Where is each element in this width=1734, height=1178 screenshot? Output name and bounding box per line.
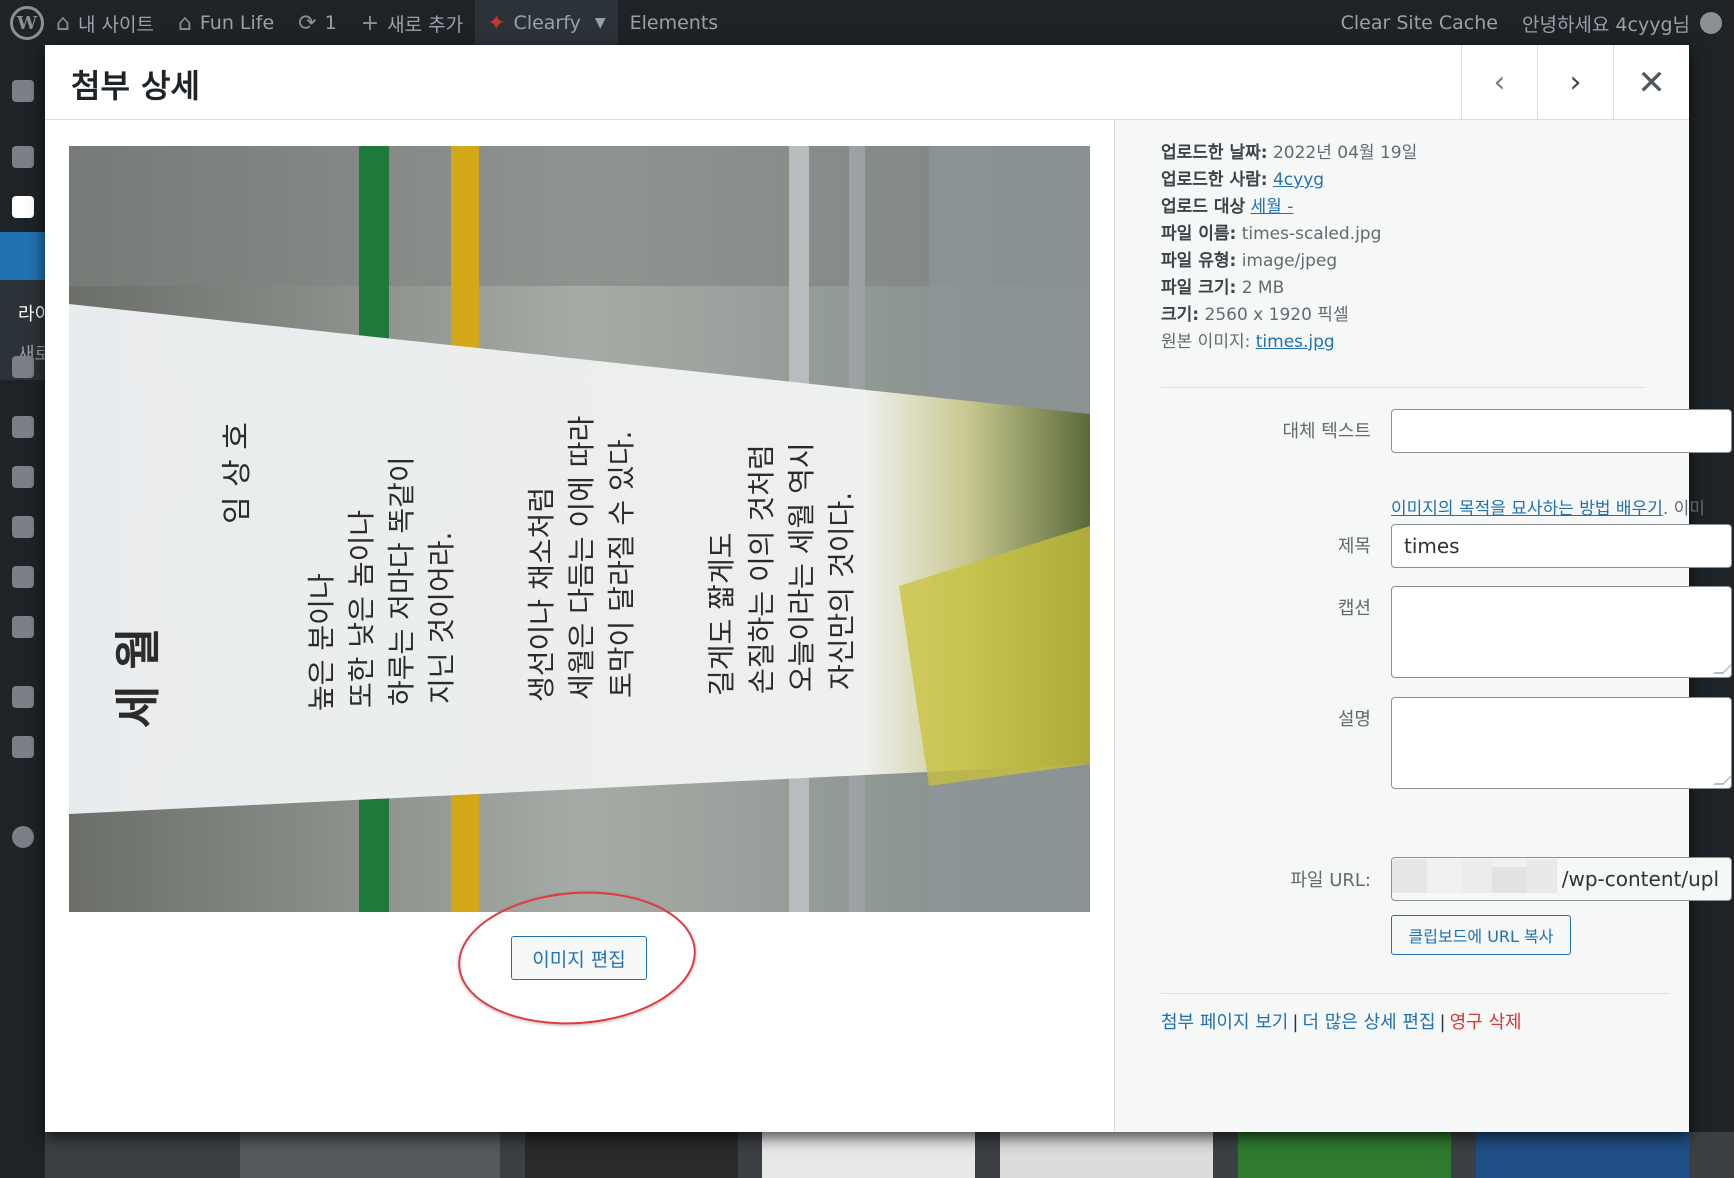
close-icon: ✕	[1637, 62, 1666, 103]
media-thumbnail[interactable]	[1000, 1132, 1213, 1178]
new-content-menu[interactable]: + 새로 추가	[349, 0, 475, 46]
resize-handle-icon[interactable]	[1713, 775, 1731, 785]
caret-down-icon: ▼	[594, 15, 606, 31]
wordpress-logo-icon[interactable]: W	[10, 6, 44, 40]
admin-bar: W ⌂ 내 사이트 ⌂ Fun Life ⟳ 1 + 새로 추가 ✦ Clearfy ▼ E…	[0, 0, 1734, 46]
file-url-label: 파일 URL:	[1290, 870, 1371, 891]
close-button[interactable]: ✕	[1613, 45, 1689, 120]
file-details: 업로드한 날짜: 2022년 04월 19일 업로드한 사람: 4cyyg 업로…	[1161, 140, 1417, 356]
divider	[1161, 387, 1645, 388]
attachment-image: 세 월 임 상 호 높은 분이나 또한 낮은 놈이나 하루는 저마다 똑같이 지…	[69, 146, 1090, 912]
banner-line: 자신만의 것이다.	[825, 492, 858, 690]
alt-text-input[interactable]	[1391, 409, 1732, 453]
previous-button[interactable]: ‹	[1461, 45, 1537, 120]
redacted-url-blur	[1392, 859, 1557, 893]
seo-icon[interactable]	[12, 736, 34, 758]
file-size-row: 파일 크기: 2 MB	[1161, 278, 1285, 298]
clear-cache-button[interactable]: Clear Site Cache	[1329, 0, 1510, 46]
resize-handle-icon[interactable]	[1713, 664, 1731, 674]
clearfy-logo-icon: ✦	[487, 10, 506, 36]
banner-line: 생선이나 채소처럼	[525, 487, 558, 702]
title-input[interactable]: times	[1391, 524, 1732, 568]
divider	[1161, 993, 1669, 994]
edit-more-details-link[interactable]: 더 많은 상세 편집	[1302, 1012, 1435, 1033]
banner-photo: 세 월 임 상 호 높은 분이나 또한 낮은 놈이나 하루는 저마다 똑같이 지…	[69, 146, 1090, 912]
banner-line: 세월은 다듬는 이에 따라	[565, 416, 598, 700]
banner-line: 또한 낮은 놈이나	[345, 510, 378, 708]
plus-icon: +	[360, 10, 380, 36]
description-textarea[interactable]	[1391, 697, 1732, 789]
media-thumbnail[interactable]	[1476, 1132, 1689, 1178]
delete-permanently-link[interactable]: 영구 삭제	[1450, 1012, 1522, 1033]
refresh-icon: ⟳	[298, 10, 317, 36]
uploaded-to-link[interactable]: 세월 -	[1251, 197, 1294, 217]
modal-title: 첨부 상세	[71, 67, 200, 105]
media-thumbnail[interactable]	[762, 1132, 975, 1178]
view-attachment-link[interactable]: 첨부 페이지 보기	[1161, 1012, 1288, 1033]
chevron-left-icon: ‹	[1493, 65, 1506, 100]
plugins-icon[interactable]	[12, 466, 34, 488]
yoast-icon[interactable]	[12, 686, 34, 708]
sites-icon: ⌂	[56, 10, 70, 36]
my-sites-menu[interactable]: ⌂ 내 사이트	[44, 0, 166, 46]
alt-text-help-link[interactable]: 이미지의 목적을 묘사하는 방법 배우기	[1391, 499, 1663, 519]
media-icon[interactable]	[12, 196, 34, 218]
attachment-info-panel: 업로드한 날짜: 2022년 04월 19일 업로드한 사람: 4cyyg 업로…	[1114, 120, 1732, 1132]
clearfy-menu[interactable]: ✦ Clearfy ▼	[475, 0, 618, 46]
banner-line: 오늘이라는 세월 역시	[785, 442, 818, 692]
caption-textarea[interactable]	[1391, 586, 1732, 678]
dashboard-icon[interactable]	[12, 80, 34, 102]
banner-line: 하루는 저마다 똑같이	[385, 456, 418, 706]
account-menu[interactable]: 안녕하세요 4cyyg님	[1510, 0, 1734, 46]
appearance-icon[interactable]	[12, 416, 34, 438]
dimensions-row: 크기: 2560 x 1920 픽셀	[1161, 305, 1349, 325]
media-thumbnail[interactable]	[525, 1132, 738, 1178]
copy-url-button[interactable]: 클립보드에 URL 복사	[1391, 915, 1571, 955]
updates-menu[interactable]: ⟳ 1	[286, 0, 349, 46]
next-button[interactable]: ›	[1537, 45, 1613, 120]
uploaded-to-row: 업로드 대상 세월 -	[1161, 197, 1294, 217]
banner-line: 지닌 것이어라.	[425, 532, 458, 704]
pages-icon[interactable]	[12, 356, 34, 378]
banner-title: 세 월	[111, 627, 165, 728]
admin-sidebar: 라이 새로	[0, 46, 51, 1178]
banner-line: 손질하는 이의 것처럼	[745, 444, 778, 694]
avatar	[1700, 12, 1722, 34]
home-icon: ⌂	[177, 10, 192, 36]
modal-header: 첨부 상세 ‹ › ✕	[45, 45, 1689, 120]
upload-date-row: 업로드한 날짜: 2022년 04월 19일	[1161, 143, 1418, 163]
attachment-actions: 첨부 페이지 보기 | 더 많은 상세 편집 | 영구 삭제	[1161, 1012, 1522, 1033]
chevron-right-icon: ›	[1569, 65, 1582, 100]
tools-icon[interactable]	[12, 566, 34, 588]
collapse-menu-icon[interactable]	[12, 826, 34, 848]
banner-author: 임 상 호	[220, 422, 255, 524]
banner-line: 높은 분이나	[305, 573, 338, 711]
settings-icon[interactable]	[12, 616, 34, 638]
attachment-details-modal: 첨부 상세 ‹ › ✕ 세 월 임 상 호 높은 분이나 또한 낮은 놈이나 하…	[45, 45, 1732, 1132]
site-name-menu[interactable]: ⌂ Fun Life	[166, 0, 286, 46]
title-label: 제목	[1337, 536, 1371, 557]
sidebar-item-media[interactable]	[0, 232, 45, 280]
media-thumbnail[interactable]	[1238, 1132, 1451, 1178]
caption-label: 캡션	[1337, 598, 1371, 619]
pin-icon[interactable]	[12, 146, 34, 168]
uploaded-by-link[interactable]: 4cyyg	[1273, 170, 1324, 190]
banner-line: 길게도 짧게도	[705, 533, 738, 696]
elements-menu[interactable]: Elements	[618, 0, 731, 46]
original-image-row: 원본 이미지: times.jpg	[1161, 332, 1335, 352]
banner-line: 토막이 달라질 수 있다.	[605, 431, 638, 698]
media-thumbnail[interactable]	[240, 1132, 500, 1178]
file-name-row: 파일 이름: times-scaled.jpg	[1161, 224, 1382, 244]
uploaded-by-row: 업로드한 사람: 4cyyg	[1161, 170, 1325, 190]
file-type-row: 파일 유형: image/jpeg	[1161, 251, 1338, 271]
alt-text-label: 대체 텍스트	[1282, 421, 1371, 442]
description-label: 설명	[1337, 709, 1371, 730]
original-image-link[interactable]: times.jpg	[1256, 332, 1335, 352]
users-icon[interactable]	[12, 516, 34, 538]
